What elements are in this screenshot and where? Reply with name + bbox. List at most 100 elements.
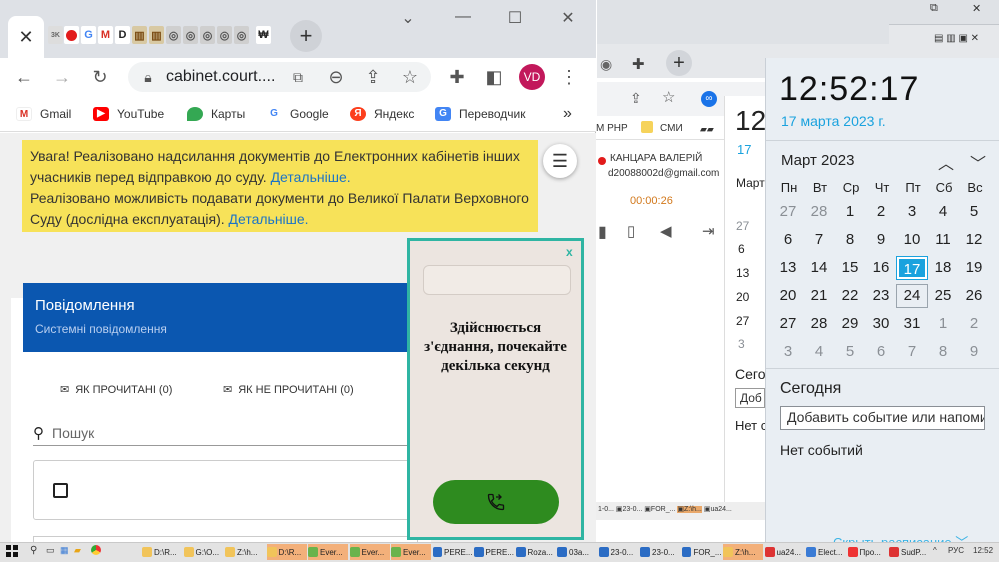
close-tab-icon[interactable]: ✕ [18,27,33,48]
new-tab-button[interactable]: + [290,20,322,52]
taskbar-app-button[interactable]: 03a... [557,544,597,560]
calendar-day[interactable]: 28 [804,313,834,335]
taskbar-app-button[interactable]: G:\O... [183,544,224,560]
chevron-up-icon[interactable]: ︿ [938,150,954,174]
windows-start-icon[interactable] [6,545,18,557]
mark-read-button[interactable]: ✉ ЯК ПРОЧИТАНІ (0) [60,383,172,397]
calendar-day[interactable]: 1 [928,313,958,335]
calendar-day[interactable]: 17 [896,256,928,280]
calendar-day[interactable]: 22 [835,285,865,307]
background-restore-icon[interactable]: ⧉ [930,2,938,15]
tab-favicon[interactable]: 3K [48,26,63,44]
calendar-day[interactable]: 3 [773,341,803,363]
taskbar-app-button[interactable]: D:\R... [142,544,182,560]
calendar-day[interactable]: 11 [928,229,958,251]
calendar-day[interactable]: 28 [804,201,834,223]
tab-favicon[interactable] [64,26,79,44]
partial-add-event[interactable]: Доб [735,388,765,408]
calendar-day[interactable]: 6 [866,341,896,363]
calendar-day[interactable]: 2 [959,313,989,335]
calendar-day[interactable]: 20 [773,285,803,307]
calendar-day[interactable]: 5 [959,201,989,223]
logout-icon[interactable]: ⇥ [702,222,715,240]
calendar-day[interactable]: 3 [897,201,927,223]
reload-icon[interactable]: ↻ [88,66,112,88]
taskbar-app-button[interactable]: FOR_... [681,544,722,560]
details-link-1[interactable]: Детальніше. [271,169,351,185]
calendar-day[interactable]: 26 [959,285,989,307]
file-icon[interactable]: ▯ [627,222,635,240]
taskbar-app-button[interactable]: Ever... [349,544,390,560]
pinned-app-icon[interactable]: ▦ [60,545,69,556]
tray-chevron-icon[interactable]: ^ [933,546,937,555]
bookmark-gmail[interactable]: M Gmail [16,104,71,124]
calendar-day[interactable]: 13 [773,257,803,279]
details-link-2[interactable]: Детальніше. [229,211,309,227]
taskbar-clock[interactable]: 12:52 [973,546,993,555]
background-extension-icon[interactable]: ✚ [632,55,645,73]
back-arrow-icon[interactable]: ← [12,66,36,88]
translate-icon[interactable]: ⧉ [286,66,310,88]
calendar-day[interactable]: 24 [896,284,928,308]
taskbar-app-button[interactable]: SudP... [889,544,929,560]
calendar-day[interactable]: 1 [835,201,865,223]
call-button[interactable] [433,480,559,524]
close-popup-icon[interactable]: x [566,245,573,259]
calendar-day[interactable]: 19 [959,257,989,279]
url-text[interactable]: cabinet.court.... [166,68,275,86]
calendar-day[interactable]: 4 [804,341,834,363]
tab-favicon[interactable]: ◎ [166,26,181,44]
calendar-day[interactable]: 2 [866,201,896,223]
taskbar-app-button[interactable]: Elect... [806,544,846,560]
calendar-day[interactable]: 27 [773,201,803,223]
document-icon[interactable]: ▮ [598,222,607,242]
taskbar-app-button[interactable]: 23-0... [598,544,639,560]
mark-unread-button[interactable]: ✉ ЯК НЕ ПРОЧИТАНІ (0) [223,383,354,397]
side-panel-icon[interactable]: ◧ [482,66,506,88]
background-close-icon[interactable]: ✕ [972,2,981,15]
phone-input[interactable] [423,265,571,295]
calendar-day[interactable]: 9 [866,229,896,251]
tab-favicon[interactable]: ◎ [200,26,215,44]
calendar-day[interactable]: 16 [866,257,896,279]
select-all-checkbox[interactable] [53,483,68,498]
megaphone-icon[interactable]: ◀ [660,222,672,240]
close-window-button[interactable]: ✕ [553,8,583,28]
search-icon[interactable]: ⚲ [30,545,37,556]
calendar-day[interactable]: 8 [835,229,865,251]
google-tab-icon[interactable]: G [81,26,96,44]
chevron-down-icon[interactable]: ﹀ [970,150,986,174]
calendar-day[interactable]: 7 [897,341,927,363]
taskbar-app-button[interactable]: ua24... [764,544,805,560]
forward-arrow-icon[interactable]: → [50,66,74,88]
taskbar-app-button[interactable]: Ever... [391,544,431,560]
explorer-icon[interactable]: ▰ [74,545,81,556]
calendar-day[interactable]: 31 [897,313,927,335]
bookmark-star-icon[interactable]: ☆ [662,88,675,106]
search-field[interactable]: ⚲ Пошук [33,420,418,446]
taskbar-app-button[interactable]: Z:\h... [225,544,265,560]
background-new-tab-button[interactable]: + [666,50,692,76]
taskbar-app-button[interactable]: PERE... [432,544,473,560]
share-icon[interactable]: ⇪ [361,66,385,88]
tab-search-chevron-icon[interactable]: ⌄ [393,8,423,28]
mini-window-controls-icon[interactable]: ▤ ▥ ▣ ✕ [934,33,979,44]
calendar-day[interactable]: 12 [959,229,989,251]
taskbar-app-button[interactable]: Про... [847,544,888,560]
menu-kebab-icon[interactable]: ⋮ [557,66,581,88]
hamburger-menu-button[interactable]: ☰ [543,144,577,178]
bg-bookmark[interactable]: М РНР [596,123,628,134]
extensions-puzzle-icon[interactable]: ✚ [445,66,469,88]
calendar-day[interactable]: 27 [773,313,803,335]
calendar-day[interactable]: 23 [866,285,896,307]
task-view-icon[interactable]: ▭ [46,545,55,556]
clock-date[interactable]: 17 марта 2023 г. [781,113,886,129]
calendar-month[interactable]: Март 2023 [781,152,854,169]
lock-icon[interactable]: 🔒︎ [136,66,160,88]
taskbar-app-button[interactable]: 23-0... [640,544,680,560]
bookmark-google[interactable]: G Google [266,104,329,124]
bg-bookmark[interactable]: СМИ [660,123,683,134]
calendar-day[interactable]: 6 [773,229,803,251]
bookmark-maps[interactable]: Карты [187,104,245,124]
background-tab-icon[interactable]: ◉ [600,56,612,73]
